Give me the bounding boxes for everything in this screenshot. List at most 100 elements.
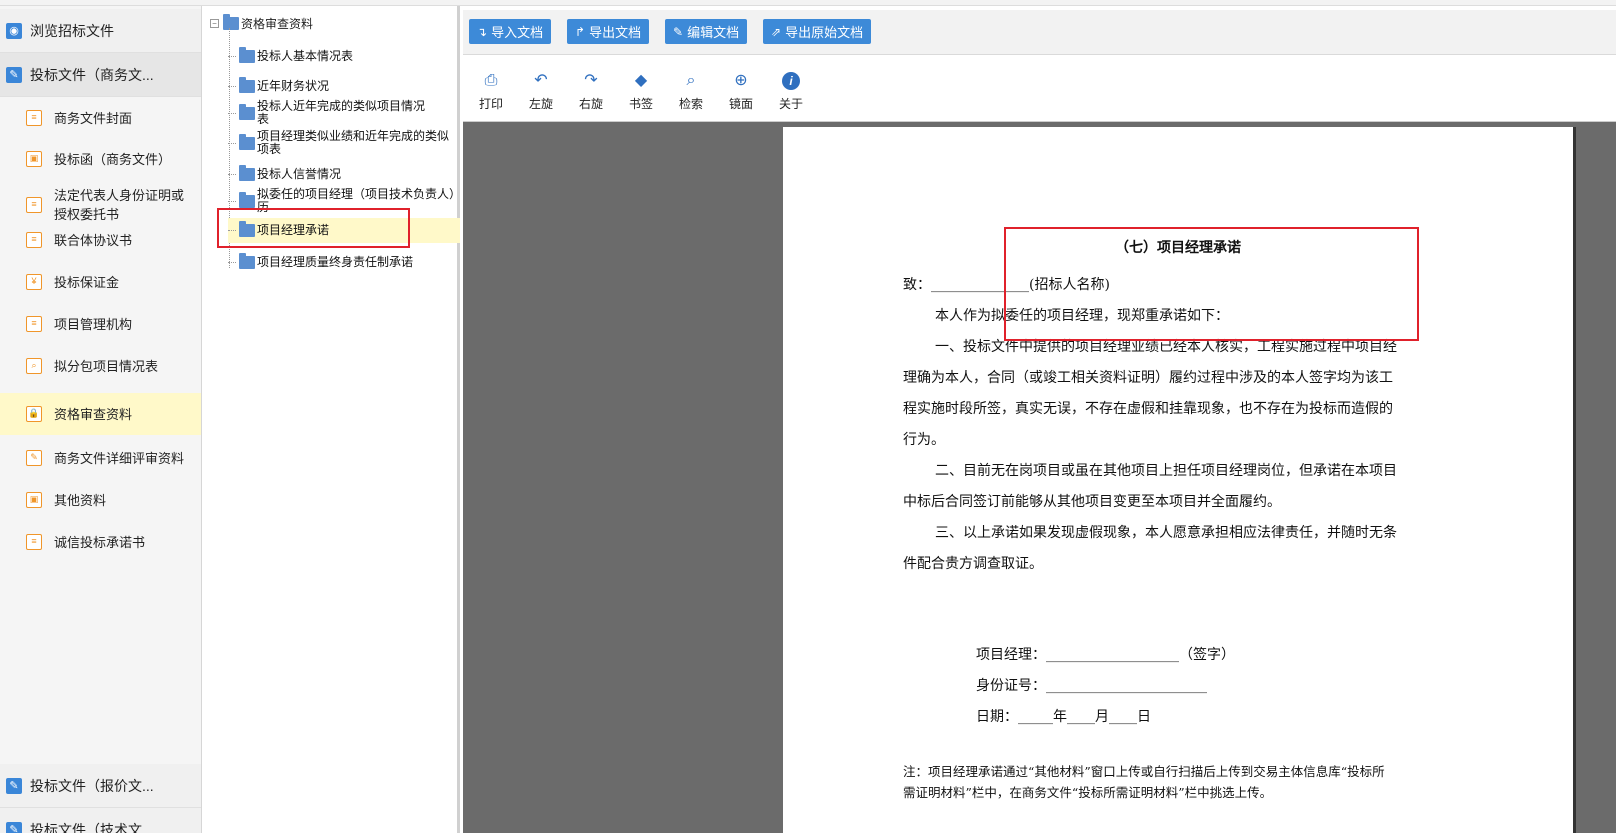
- nav-item-label: 诚信投标承诺书: [54, 534, 146, 550]
- nav-item-consortium[interactable]: ≡ 联合体协议书: [0, 228, 201, 252]
- folder-icon: [238, 133, 255, 150]
- tree-node[interactable]: 项目经理质量终身责任制承诺: [228, 249, 460, 275]
- about-tool[interactable]: i 关于: [771, 71, 811, 112]
- tree-node[interactable]: 投标人近年完成的类似项目情况表: [228, 98, 460, 128]
- file-tree: − 资格审查资料 投标人基本情况表 近年财务状况 投标人近年完成的类似项目情况表…: [202, 6, 460, 833]
- rotate-right-tool[interactable]: ↷ 右旋: [571, 71, 611, 112]
- nav-item-legal-rep[interactable]: ≡ 法定代表人身份证明或授权委托书: [0, 184, 201, 226]
- search-icon: ⌕: [26, 358, 42, 374]
- collapse-icon[interactable]: −: [210, 19, 219, 28]
- doc-clause-1-line-3: 程实施时段所签，真实无误，不存在虚假和挂靠现象，也不存在为投标而造假的: [903, 401, 1393, 417]
- document-search-icon: ⌕: [686, 72, 696, 89]
- tree-root[interactable]: − 资格审查资料: [210, 14, 314, 32]
- import-icon: ↴: [477, 24, 488, 39]
- doc-clause-3-line-2: 件配合贵方调查取证。: [903, 556, 1043, 572]
- highlight-box-document: [1004, 227, 1419, 341]
- nav-item-review[interactable]: ✎ 商务文件详细评审资料: [0, 446, 201, 470]
- document-icon: ≡: [26, 534, 42, 550]
- printer-icon: ⎙: [484, 72, 498, 89]
- edit-icon: ✎: [6, 821, 22, 833]
- nav-item-other[interactable]: ▣ 其他资料: [0, 488, 201, 512]
- tree-node[interactable]: 项目经理类似业绩和近年完成的类似项表: [228, 128, 460, 158]
- nav-header-label: 投标文件（商务文...: [30, 66, 154, 83]
- mirror-label: 镜面: [728, 97, 753, 111]
- rotate-right-icon: ↷: [584, 72, 598, 89]
- folder-icon: [239, 164, 255, 181]
- lock-icon: 🔒: [26, 406, 42, 422]
- doc-note-line-2: 需证明材料”栏中，在商务文件“投标所需证明材料”栏中挑选上传。: [903, 785, 1273, 800]
- find-tool[interactable]: ⌕ 检索: [671, 71, 711, 112]
- tag-icon: ◆: [634, 72, 648, 89]
- nav-item-bid-letter[interactable]: ▣ 投标函（商务文件）: [0, 147, 201, 171]
- nav-item-subcontract[interactable]: ⌕ 拟分包项目情况表: [0, 354, 201, 378]
- nav-header-label: 投标文件（报价文...: [30, 777, 154, 794]
- nav-item-label: 商务文件封面: [54, 110, 133, 126]
- export-original-button[interactable]: ⇗ 导出原始文档: [763, 19, 872, 44]
- tree-connector: [228, 200, 236, 202]
- nav-header-technical[interactable]: ✎ 投标文件（技术文...: [0, 808, 201, 833]
- export-button[interactable]: ↱ 导出文档: [567, 19, 650, 44]
- tree-connector: [228, 112, 236, 114]
- nav-item-integrity[interactable]: ≡ 诚信投标承诺书: [0, 530, 201, 554]
- nav-item-management[interactable]: ≡ 项目管理机构: [0, 312, 201, 336]
- print-tool[interactable]: ⎙ 打印: [471, 71, 511, 112]
- tree-root-label: 资格审查资料: [241, 17, 314, 31]
- nav-item-label: 拟分包项目情况表: [54, 358, 159, 374]
- external-link-icon: ⇗: [771, 24, 782, 39]
- print-label: 打印: [478, 97, 503, 111]
- document-toolbar: ↴ 导入文档 ↱ 导出文档 ✎ 编辑文档 ⇗ 导出原始文档: [463, 10, 1616, 55]
- tree-connector: [228, 85, 236, 87]
- nav-item-label: 投标函（商务文件）: [54, 151, 172, 167]
- folder-icon: [238, 191, 255, 208]
- doc-signature-date: 日期：_____年____月____日: [976, 709, 1151, 725]
- nav-header-price[interactable]: ✎ 投标文件（报价文...: [0, 764, 201, 808]
- nav-header-commercial[interactable]: ✎ 投标文件（商务文...: [0, 53, 201, 97]
- nav-item-qualification[interactable]: 🔒 资格审查资料: [0, 393, 201, 435]
- folder-icon: [239, 46, 255, 63]
- doc-note-line-1: 注：项目经理承诺通过“其他材料”窗口上传或自行扫描后上传到交易主体信息库“投标所: [903, 764, 1385, 779]
- tree-connector: [228, 55, 236, 57]
- nav-item-label: 其他资料: [54, 492, 107, 508]
- money-icon: ¥: [26, 274, 42, 290]
- rotate-left-tool[interactable]: ↶ 左旋: [521, 71, 561, 112]
- tree-node[interactable]: 近年财务状况: [228, 73, 460, 99]
- nav-item-label: 联合体协议书: [54, 232, 133, 248]
- folder-icon: [239, 76, 255, 93]
- document-icon: ≡: [26, 316, 42, 332]
- bookmark-tool[interactable]: ◆ 书签: [621, 71, 661, 112]
- nav-item-cover[interactable]: ≡ 商务文件封面: [0, 106, 201, 130]
- nav-header-browse[interactable]: ◉ 浏览招标文件: [0, 9, 201, 53]
- document-icon: ≡: [26, 197, 42, 213]
- form-icon: ▣: [26, 492, 42, 508]
- tree-connector: [228, 142, 236, 144]
- tree-node[interactable]: 投标人基本情况表: [228, 43, 460, 69]
- export-original-label: 导出原始文档: [785, 25, 864, 40]
- tree-node-label: 投标人近年完成的类似项目情况表: [257, 99, 426, 126]
- nav-item-bond[interactable]: ¥ 投标保证金: [0, 270, 201, 294]
- form-icon: ▣: [26, 151, 42, 167]
- left-navigation: ◉ 浏览招标文件 ✎ 投标文件（商务文... ≡ 商务文件封面 ▣ 投标函（商务…: [0, 6, 202, 833]
- about-label: 关于: [778, 97, 803, 111]
- tree-node-label: 项目经理类似业绩和近年完成的类似项表: [256, 129, 449, 156]
- tree-connector: [228, 261, 236, 263]
- document-viewer: ⎙ 打印 ↶ 左旋 ↷ 右旋 ◆ 书签 ⌕ 检索 ⊕ 镜面 i 关于 （七）项目…: [463, 57, 1616, 833]
- tree-node-label: 投标人基本情况表: [257, 48, 354, 63]
- mirror-tool[interactable]: ⊕ 镜面: [721, 71, 761, 112]
- rotate-left-icon: ↶: [534, 72, 548, 89]
- nav-item-label: 资格审查资料: [54, 406, 133, 422]
- edit-icon: ✎: [6, 66, 22, 83]
- nav-item-label: 投标保证金: [54, 274, 120, 290]
- nav-header-label: 浏览招标文件: [30, 22, 114, 39]
- nav-item-label: 项目管理机构: [54, 316, 133, 332]
- tree-connector: [228, 173, 236, 175]
- edit-button[interactable]: ✎ 编辑文档: [665, 19, 748, 44]
- tree-node[interactable]: 投标人信誉情况: [228, 161, 460, 187]
- import-button[interactable]: ↴ 导入文档: [469, 19, 552, 44]
- tree-node-label: 投标人信誉情况: [257, 166, 342, 181]
- export-button-label: 导出文档: [589, 25, 642, 40]
- folder-open-icon: [223, 14, 239, 30]
- tree-node-label: 近年财务状况: [257, 78, 330, 93]
- bookmark-label: 书签: [628, 97, 653, 111]
- doc-signature-pm: 项目经理：___________________（签字）: [976, 647, 1235, 663]
- doc-clause-2-line-1: 二、目前无在岗项目或虽在其他项目上担任项目经理岗位，但承诺在本项目: [935, 463, 1397, 479]
